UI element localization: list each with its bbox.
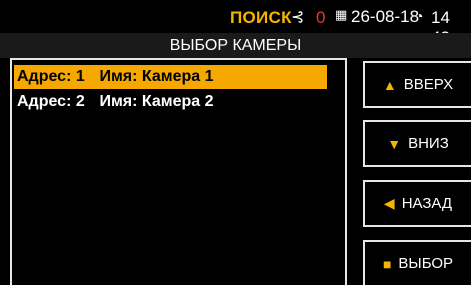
status-bar: ПОИСК ⊰ 0 ▦ 26-08-18 ◔ 14 43 <box>0 0 471 47</box>
camera-name: Имя: Камера 2 <box>99 93 214 110</box>
square-icon: ■ <box>382 255 392 272</box>
clock-icon: ◔ <box>415 8 424 24</box>
camera-address: Адрес: 1 <box>17 68 85 85</box>
camera-list: Адрес: 1 Имя: Камера 1 Адрес: 2 Имя: Кам… <box>10 58 347 285</box>
up-button[interactable]: ▲ ВВЕРХ <box>363 61 471 108</box>
camera-list-item-1[interactable]: Адрес: 1 Имя: Камера 1 <box>14 65 327 89</box>
camera-name: Имя: Камера 1 <box>99 68 214 85</box>
camera-list-item-2[interactable]: Адрес: 2 Имя: Камера 2 <box>14 90 327 114</box>
select-button-label: ВЫБОР <box>398 255 454 272</box>
search-status-label: ПОИСК <box>230 8 292 27</box>
arrow-down-icon: ▼ <box>387 135 402 152</box>
back-button[interactable]: ◀ НАЗАД <box>363 180 471 227</box>
title-bar: ВЫБОР КАМЕРЫ <box>0 33 471 58</box>
status-date: 26-08-18 <box>351 7 420 26</box>
up-button-label: ВВЕРХ <box>403 76 454 93</box>
select-button[interactable]: ■ ВЫБОР <box>363 240 471 285</box>
camera-address: Адрес: 2 <box>17 93 85 110</box>
calendar-icon: ▦ <box>335 7 348 22</box>
page-title: ВЫБОР КАМЕРЫ <box>169 37 302 54</box>
down-button[interactable]: ▼ ВНИЗ <box>363 120 471 167</box>
back-button-label: НАЗАД <box>401 195 453 212</box>
alert-icon: ⊰ <box>291 9 305 26</box>
arrow-left-icon: ◀ <box>383 195 395 211</box>
arrow-up-icon: ▲ <box>382 76 397 93</box>
down-button-label: ВНИЗ <box>408 135 449 152</box>
alert-count: 0 <box>316 8 326 27</box>
